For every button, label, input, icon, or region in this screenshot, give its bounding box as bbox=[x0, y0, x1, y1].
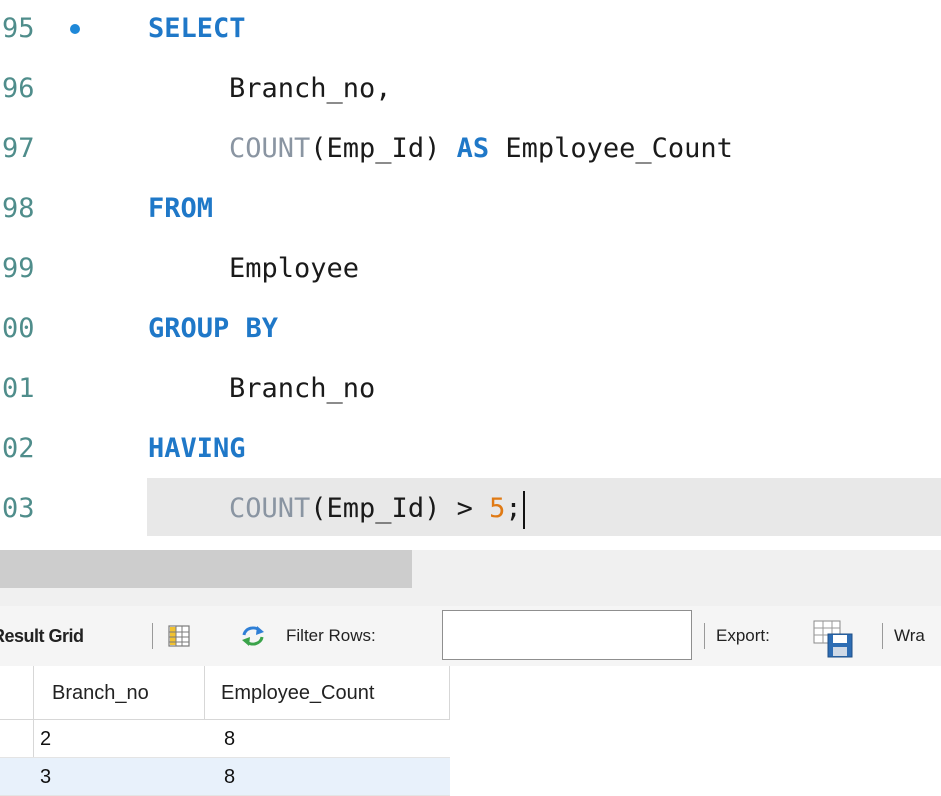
filter-rows-input[interactable] bbox=[442, 610, 692, 660]
sql-function: COUNT bbox=[229, 493, 311, 524]
table-row[interactable]: 3 8 bbox=[0, 758, 450, 796]
sql-editor[interactable]: 95 SELECT 96 Branch_no, 97 COUNT(Emp_Id) AS E… bbox=[0, 0, 941, 550]
line-number: 00 bbox=[2, 313, 35, 344]
cell-branch-no[interactable]: 2 bbox=[40, 720, 51, 758]
code-line[interactable]: 99 Employee bbox=[0, 240, 941, 298]
column-divider[interactable] bbox=[449, 666, 450, 720]
refresh-icon[interactable] bbox=[240, 624, 266, 648]
result-grid-tab[interactable]: Result Grid bbox=[0, 606, 84, 666]
sql-keyword: HAVING bbox=[148, 433, 246, 464]
result-toolbar: Result Grid Filter Rows: Export: Wra bbox=[0, 606, 941, 666]
sql-text: Branch_no bbox=[229, 373, 376, 404]
code-text[interactable]: HAVING bbox=[148, 420, 246, 478]
sql-keyword: SELECT bbox=[148, 13, 246, 44]
line-number: 02 bbox=[2, 433, 35, 464]
sql-function: COUNT bbox=[229, 133, 311, 164]
toolbar-separator bbox=[882, 623, 883, 649]
code-line[interactable]: 97 COUNT(Emp_Id) AS Employee_Count bbox=[0, 120, 941, 178]
sql-text: (Emp_Id) bbox=[310, 133, 457, 164]
sql-text: Employee_Count bbox=[489, 133, 733, 164]
code-text[interactable]: GROUP BY bbox=[148, 300, 278, 358]
code-line[interactable]: 95 SELECT bbox=[0, 0, 941, 58]
cell-employee-count[interactable]: 8 bbox=[224, 720, 235, 758]
grid-header-row: Branch_no Employee_Count bbox=[0, 666, 450, 720]
code-line[interactable]: 03 COUNT(Emp_Id) > 5; bbox=[0, 480, 941, 538]
column-header-branch-no[interactable]: Branch_no bbox=[52, 666, 149, 720]
code-text[interactable]: COUNT(Emp_Id) > 5; bbox=[229, 480, 525, 538]
line-number: 96 bbox=[2, 73, 35, 104]
result-grid: Branch_no Employee_Count 2 8 3 8 bbox=[0, 666, 941, 796]
code-line[interactable]: 98 FROM bbox=[0, 180, 941, 238]
sql-keyword: FROM bbox=[148, 193, 214, 224]
line-number: 97 bbox=[2, 133, 35, 164]
scrollbar-thumb[interactable] bbox=[0, 550, 412, 588]
code-text[interactable]: Branch_no, bbox=[229, 60, 392, 118]
code-line[interactable]: 96 Branch_no, bbox=[0, 60, 941, 118]
toolbar-separator bbox=[152, 623, 153, 649]
line-number: 99 bbox=[2, 253, 35, 284]
table-row[interactable]: 2 8 bbox=[0, 720, 450, 758]
code-line[interactable]: 02 HAVING bbox=[0, 420, 941, 478]
line-number: 98 bbox=[2, 193, 35, 224]
code-text[interactable]: FROM bbox=[148, 180, 213, 238]
code-line[interactable]: 00 GROUP BY bbox=[0, 300, 941, 358]
sql-keyword: AS bbox=[456, 133, 490, 164]
text-caret bbox=[522, 490, 525, 529]
line-number: 01 bbox=[2, 373, 35, 404]
statement-marker-icon bbox=[70, 24, 80, 34]
sql-number: 5 bbox=[489, 493, 506, 524]
code-text[interactable]: Employee bbox=[229, 240, 359, 298]
export-label: Export: bbox=[716, 626, 770, 645]
sql-keyword: GROUP BY bbox=[148, 313, 279, 344]
sql-text: ; bbox=[505, 493, 522, 524]
column-header-employee-count[interactable]: Employee_Count bbox=[221, 666, 374, 720]
toolbar-separator bbox=[704, 623, 705, 649]
code-line[interactable]: 01 Branch_no bbox=[0, 360, 941, 418]
export-save-icon[interactable] bbox=[812, 619, 856, 659]
cell-employee-count[interactable]: 8 bbox=[224, 758, 235, 796]
code-text[interactable]: Branch_no bbox=[229, 360, 375, 418]
filter-rows-label: Filter Rows: bbox=[286, 626, 376, 645]
editor-horizontal-scrollbar[interactable] bbox=[0, 550, 941, 606]
sql-text: (Emp_Id) > bbox=[310, 493, 490, 524]
code-text[interactable]: COUNT(Emp_Id) AS Employee_Count bbox=[229, 120, 733, 178]
line-number: 03 bbox=[2, 493, 35, 524]
form-grid-icon[interactable] bbox=[168, 625, 190, 647]
cell-branch-no[interactable]: 3 bbox=[40, 758, 51, 796]
wrap-cell-content-label[interactable]: Wra bbox=[894, 606, 925, 666]
column-divider[interactable] bbox=[204, 666, 205, 720]
line-number: 95 bbox=[2, 13, 35, 44]
sql-text: Branch_no, bbox=[229, 73, 392, 104]
code-text[interactable]: SELECT bbox=[148, 0, 246, 58]
sql-text: Employee bbox=[229, 253, 360, 284]
